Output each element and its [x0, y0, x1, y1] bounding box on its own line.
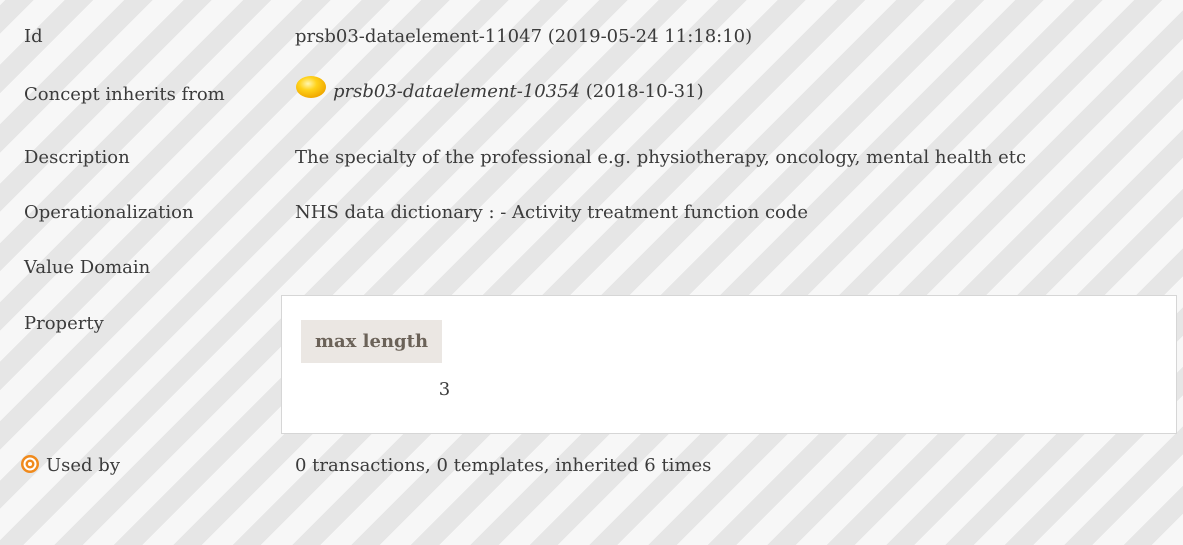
id-label: Id — [24, 26, 43, 47]
description-label: Description — [24, 147, 130, 168]
row-description: Description The specialty of the profess… — [24, 143, 1183, 173]
used-by-label-group: Used by — [20, 451, 120, 481]
used-by-label: Used by — [46, 455, 120, 476]
target-icon[interactable] — [20, 454, 40, 474]
used-by-value: 0 transactions, 0 templates, inherited 6… — [295, 455, 712, 476]
inherits-label: Concept inherits from — [24, 84, 225, 105]
row-value-domain: Value Domain — [24, 253, 1183, 283]
id-value: prsb03-dataelement-11047 (2019-05-24 11:… — [295, 26, 753, 47]
property-label: Property — [24, 313, 104, 334]
row-inherits: Concept inherits from prsb03-dataelement… — [24, 76, 1183, 110]
row-id: Id prsb03-dataelement-11047 (2019-05-24 … — [24, 22, 1183, 52]
inherits-link[interactable]: prsb03-dataelement-10354 — [333, 81, 580, 102]
row-used-by: Used by 0 transactions, 0 templates, inh… — [21, 451, 1183, 481]
inherits-value: prsb03-dataelement-10354 (2018-10-31) — [295, 75, 704, 107]
yellow-ball-icon — [296, 76, 326, 98]
max-length-header: max length — [301, 320, 442, 363]
description-value: The specialty of the professional e.g. p… — [295, 147, 1027, 168]
operationalization-label: Operationalization — [24, 202, 194, 223]
value-domain-label: Value Domain — [24, 257, 151, 278]
property-table: max length 3 — [281, 295, 1177, 434]
row-operationalization: Operationalization NHS data dictionary :… — [24, 198, 1183, 228]
inherits-date: (2018-10-31) — [580, 81, 704, 102]
max-length-value: 3 — [438, 379, 451, 400]
operationalization-value: NHS data dictionary : - Activity treatme… — [295, 202, 809, 223]
